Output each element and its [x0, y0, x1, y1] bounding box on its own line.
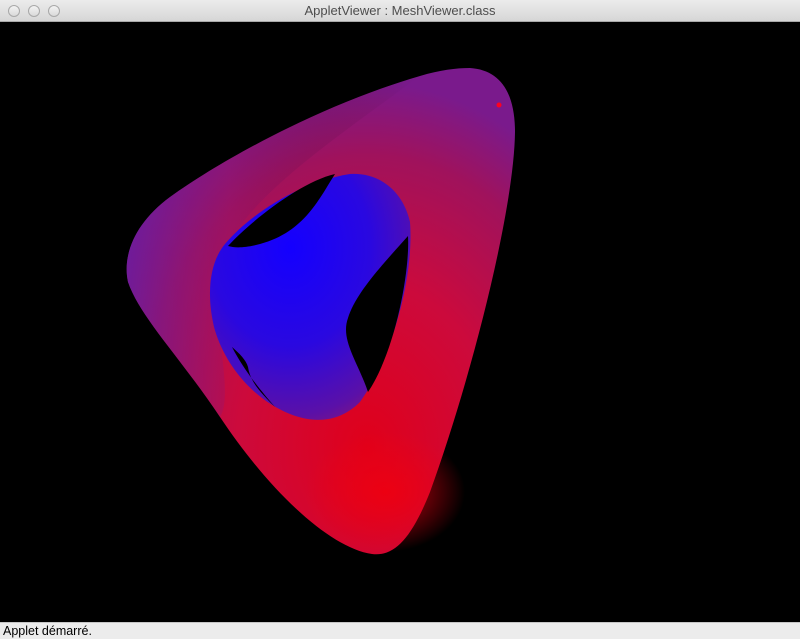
mesh-viewer-canvas[interactable] [0, 22, 800, 622]
mesh-detail-speck [496, 102, 502, 108]
title-bar[interactable]: AppletViewer : MeshViewer.class [0, 0, 800, 22]
window-title: AppletViewer : MeshViewer.class [304, 3, 496, 18]
status-text: Applet démarré. [3, 624, 92, 638]
mesh-render[interactable] [0, 22, 800, 622]
mesh-specular-highlight [305, 432, 465, 552]
status-bar: Applet démarré. [0, 622, 800, 639]
applet-window: AppletViewer : MeshViewer.class Applet d… [0, 0, 800, 639]
